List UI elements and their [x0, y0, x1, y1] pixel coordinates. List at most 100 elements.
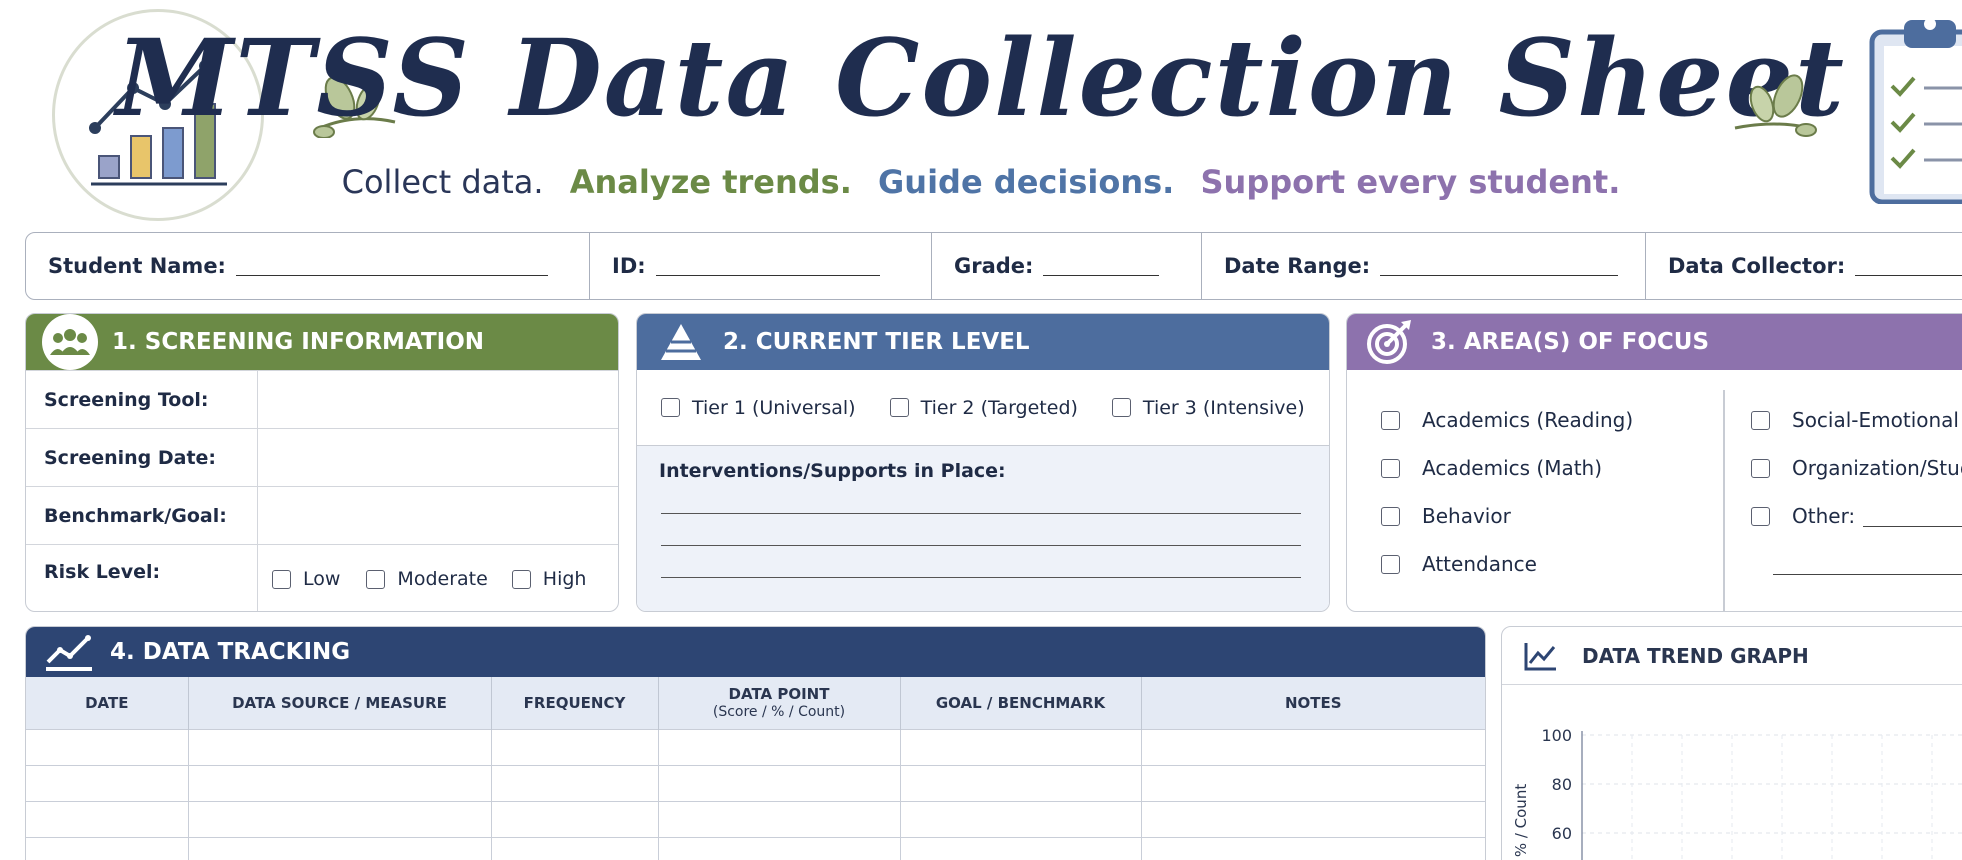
table-cell[interactable] [658, 836, 901, 860]
tier1-label: Tier 1 (Universal) [692, 396, 856, 419]
table-cell[interactable] [658, 728, 901, 765]
tier2-checkbox[interactable] [889, 398, 909, 417]
focus-social-label: Social-Emotional [1792, 408, 1959, 432]
risk-moderate-label: Moderate [397, 568, 488, 590]
focus-math-option[interactable]: Academics (Math) [1381, 444, 1633, 492]
pyramid-icon [661, 324, 701, 360]
table-cell[interactable] [491, 728, 659, 765]
student-name-line[interactable] [235, 256, 548, 276]
y-tick-100: 100 [1541, 726, 1572, 745]
focus-extra-line[interactable] [1773, 553, 1962, 575]
interventions-line-2[interactable] [661, 514, 1301, 546]
table-cell[interactable] [900, 764, 1142, 801]
focus-organization-option[interactable]: Organization/Stud [1751, 444, 1962, 492]
data-collector-line[interactable] [1855, 256, 1962, 276]
table-cell[interactable] [1141, 800, 1485, 837]
data-collector-field[interactable]: Data Collector: [1646, 233, 1962, 299]
focus-attendance-option[interactable]: Attendance [1381, 540, 1633, 588]
tier3-checkbox[interactable] [1111, 398, 1131, 417]
table-cell[interactable] [658, 764, 901, 801]
table-cell[interactable] [26, 764, 189, 801]
table-cell[interactable] [900, 800, 1142, 837]
tagline-collect: Collect data. [341, 163, 544, 201]
trend-graph-panel: DATA TREND GRAPH 100 80 60 40 e / % / Co… [1501, 626, 1962, 860]
table-cell[interactable] [658, 800, 901, 837]
table-cell[interactable] [26, 728, 189, 765]
focus-other-option[interactable]: Other: [1751, 492, 1962, 540]
risk-high-label: High [542, 568, 587, 590]
interventions-line-3[interactable] [661, 546, 1301, 578]
focus-attendance-label: Attendance [1422, 552, 1537, 576]
table-cell[interactable] [900, 836, 1142, 860]
risk-level-label: Risk Level: [26, 545, 258, 611]
tier3-option[interactable]: Tier 3 (Intensive) [1111, 397, 1305, 419]
tier1-option[interactable]: Tier 1 (Universal) [661, 397, 856, 419]
tier1-checkbox[interactable] [661, 398, 680, 417]
risk-high-checkbox[interactable] [511, 569, 531, 589]
date-range-line[interactable] [1380, 256, 1619, 276]
col-data-point: DATA POINT (Score / % / Count) [658, 677, 901, 729]
focus-other-line[interactable] [1863, 505, 1962, 527]
trend-grid [1582, 734, 1962, 860]
interventions-line-1[interactable] [661, 482, 1301, 514]
table-cell[interactable] [188, 836, 492, 860]
screening-tool-input[interactable] [258, 371, 618, 428]
screening-date-row: Screening Date: [26, 428, 618, 486]
grade-field[interactable]: Grade: [932, 233, 1202, 299]
benchmark-goal-row: Benchmark/Goal: [26, 486, 618, 544]
table-cell[interactable] [188, 764, 492, 801]
focus-extra-line-row [1751, 540, 1962, 588]
student-name-field[interactable]: Student Name: [26, 233, 590, 299]
focus-reading-label: Academics (Reading) [1422, 408, 1634, 432]
focus-math-checkbox[interactable] [1381, 458, 1400, 478]
screening-date-input[interactable] [258, 429, 618, 486]
col-date: DATE [26, 677, 189, 729]
table-cell[interactable] [491, 800, 659, 837]
grade-line[interactable] [1043, 256, 1160, 276]
focus-social-option[interactable]: Social-Emotional [1751, 396, 1962, 444]
table-cell[interactable] [26, 800, 189, 837]
focus-attendance-checkbox[interactable] [1381, 554, 1400, 574]
risk-low-option[interactable]: Low [272, 568, 340, 590]
tier-title: 2. CURRENT TIER LEVEL [723, 329, 1030, 355]
focus-reading-checkbox[interactable] [1381, 410, 1400, 430]
risk-low-checkbox[interactable] [272, 569, 291, 589]
tier-header: 2. CURRENT TIER LEVEL [637, 314, 1329, 370]
focus-social-checkbox[interactable] [1751, 410, 1770, 430]
table-cell[interactable] [188, 800, 492, 837]
line-chart-icon [1524, 642, 1556, 670]
table-cell[interactable] [491, 764, 659, 801]
risk-moderate-option[interactable]: Moderate [366, 568, 488, 590]
y-axis-label: e / % / Count [1512, 784, 1530, 860]
focus-math-label: Academics (Math) [1422, 456, 1603, 480]
table-cell[interactable] [188, 728, 492, 765]
interventions-label: Interventions/Supports in Place: [659, 460, 1006, 482]
focus-behavior-checkbox[interactable] [1381, 506, 1400, 526]
table-cell[interactable] [1141, 728, 1485, 765]
risk-moderate-checkbox[interactable] [366, 569, 386, 589]
trend-graph-canvas[interactable]: 100 80 60 40 e / % / Count [1502, 685, 1962, 860]
table-cell[interactable] [26, 836, 189, 860]
tier-options: Tier 1 (Universal) Tier 2 (Targeted) Tie… [637, 370, 1329, 446]
student-id-line[interactable] [655, 256, 880, 276]
focus-behavior-option[interactable]: Behavior [1381, 492, 1633, 540]
focus-column-1: Academics (Reading) Academics (Math) Beh… [1381, 396, 1633, 588]
tagline-support: Support every student. [1200, 163, 1621, 201]
focus-title: 3. AREA(S) OF FOCUS [1431, 329, 1710, 355]
table-cell[interactable] [491, 836, 659, 860]
risk-high-option[interactable]: High [511, 568, 587, 590]
date-range-field[interactable]: Date Range: [1202, 233, 1646, 299]
focus-panel: 3. AREA(S) OF FOCUS Academics (Reading) … [1346, 313, 1962, 612]
table-cell[interactable] [900, 728, 1142, 765]
table-cell[interactable] [1141, 836, 1485, 860]
focus-reading-option[interactable]: Academics (Reading) [1381, 396, 1633, 444]
student-id-field[interactable]: ID: [590, 233, 932, 299]
date-range-label: Date Range: [1224, 254, 1371, 278]
benchmark-goal-input[interactable] [258, 487, 618, 544]
tier2-option[interactable]: Tier 2 (Targeted) [889, 397, 1078, 419]
target-icon [1367, 320, 1411, 364]
screening-date-label: Screening Date: [26, 429, 258, 486]
focus-other-checkbox[interactable] [1751, 506, 1770, 526]
focus-organization-checkbox[interactable] [1751, 458, 1770, 478]
table-cell[interactable] [1141, 764, 1485, 801]
